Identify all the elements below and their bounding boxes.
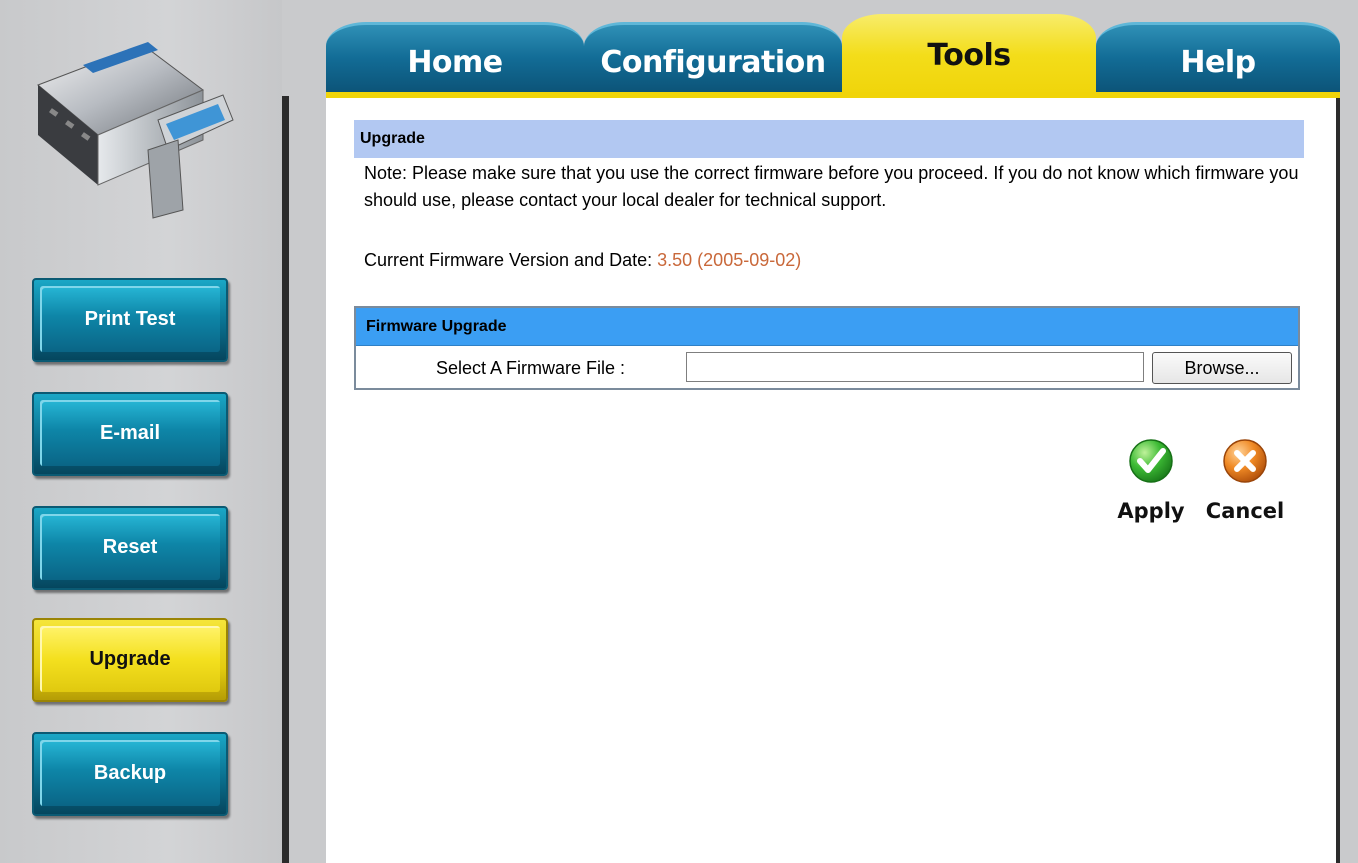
sidebar-item-upgrade[interactable]: Upgrade — [32, 618, 228, 702]
sidebar-item-label: Reset — [40, 514, 220, 580]
tab-help[interactable]: Help — [1096, 22, 1340, 99]
sidebar-item-email[interactable]: E-mail — [32, 392, 228, 476]
firmware-file-label: Select A Firmware File : — [436, 358, 626, 378]
sidebar-item-label: Print Test — [40, 286, 220, 352]
firmware-file-row: Select A Firmware File : Browse... — [356, 352, 1298, 388]
tab-tools[interactable]: Tools — [842, 14, 1096, 96]
tab-home[interactable]: Home — [326, 22, 584, 99]
tab-label: Configuration — [600, 44, 826, 80]
firmware-file-input[interactable] — [686, 352, 1144, 382]
apply-label: Apply — [1117, 499, 1185, 523]
firmware-version-value: 3.50 (2005-09-02) — [657, 250, 802, 270]
sidebar-item-label: E-mail — [40, 400, 220, 466]
cancel-label: Cancel — [1205, 499, 1285, 523]
sidebar-item-print-test[interactable]: Print Test — [32, 278, 228, 362]
apply-button[interactable]: Apply — [1106, 438, 1196, 523]
firmware-upgrade-box: Firmware Upgrade Select A Firmware File … — [354, 306, 1300, 390]
firmware-version-label: Current Firmware Version and Date: — [364, 250, 653, 270]
vertical-divider — [282, 96, 289, 863]
sidebar-item-label: Backup — [40, 740, 220, 806]
tab-configuration[interactable]: Configuration — [584, 22, 842, 99]
tab-label: Home — [407, 44, 503, 80]
top-nav-tabs: Home Configuration Tools Help — [326, 14, 1340, 99]
main-content: Upgrade Note: Please make sure that you … — [326, 98, 1340, 863]
sidebar-item-backup[interactable]: Backup — [32, 732, 228, 816]
print-server-device-image — [37, 42, 234, 219]
note-text: Note: Please make sure that you use the … — [364, 163, 1299, 210]
cancel-button[interactable]: Cancel — [1200, 438, 1290, 523]
gutter — [289, 0, 325, 863]
sidebar-item-label: Upgrade — [40, 626, 220, 692]
firmware-upgrade-title: Firmware Upgrade — [356, 308, 1298, 346]
browse-button[interactable]: Browse... — [1152, 352, 1292, 384]
tab-label: Help — [1180, 44, 1256, 80]
tab-label: Tools — [927, 37, 1011, 73]
section-title: Upgrade — [354, 120, 1304, 158]
left-panel: Print Test E-mail Reset Upgrade Backup — [0, 0, 282, 863]
check-icon — [1129, 439, 1173, 483]
firmware-version-line: Current Firmware Version and Date: 3.50 … — [364, 250, 801, 271]
sidebar-item-reset[interactable]: Reset — [32, 506, 228, 590]
close-icon — [1223, 439, 1267, 483]
